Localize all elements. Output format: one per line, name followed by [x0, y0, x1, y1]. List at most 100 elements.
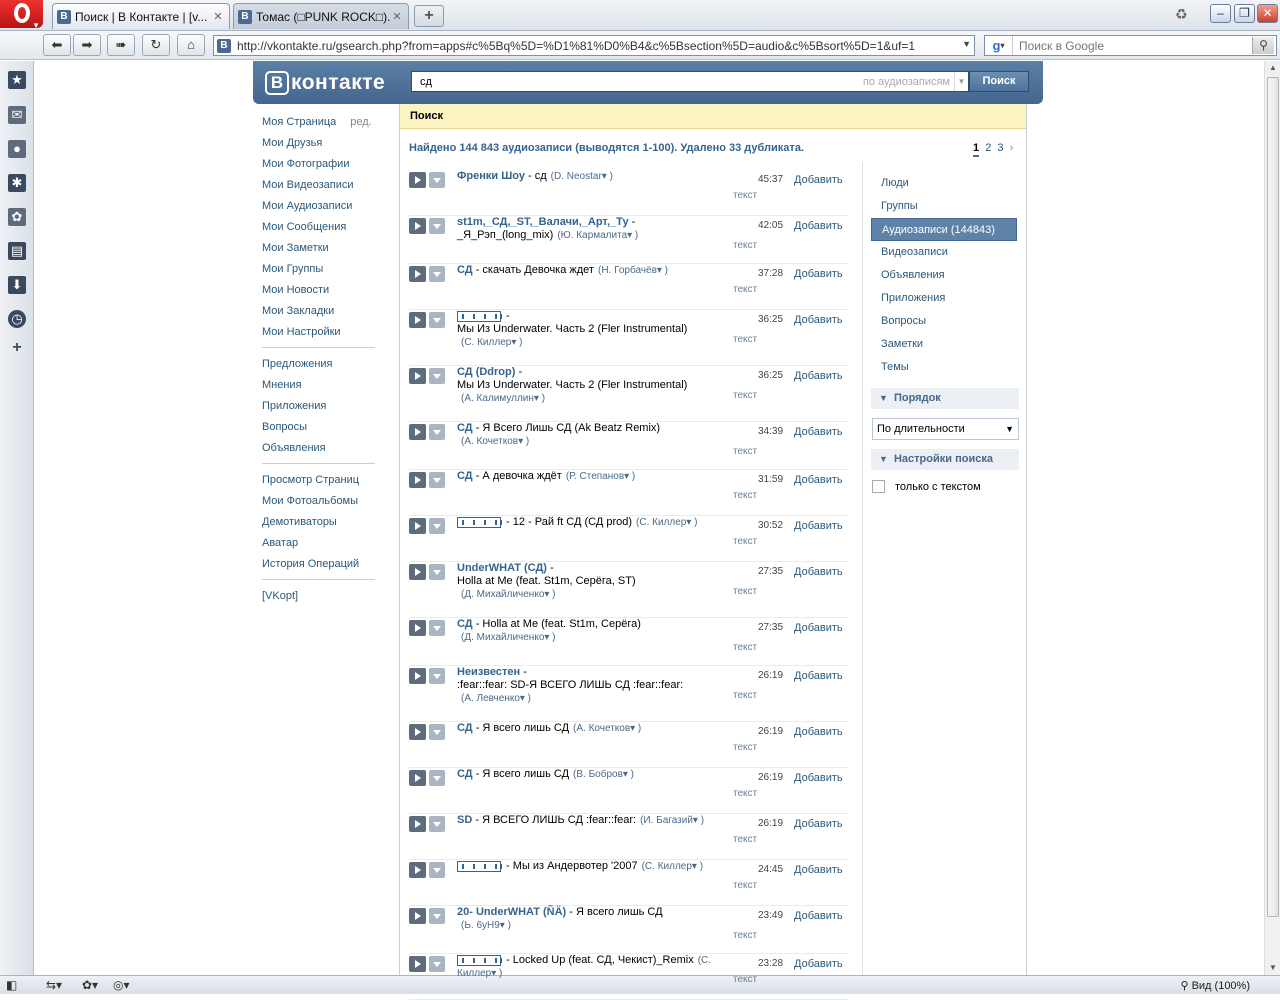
audio-artist[interactable]: SD [457, 814, 472, 826]
play-icon[interactable] [409, 770, 426, 786]
audio-uploader-link[interactable]: (Ь. 6уН9▾ ) [461, 920, 511, 931]
audio-artist[interactable]: 20- UnderWHAT (ÑÄ) [457, 906, 566, 918]
lyrics-link[interactable]: текст [733, 930, 757, 941]
unknown-glyph-icon[interactable] [457, 860, 502, 872]
add-audio-link[interactable]: Добавить [794, 268, 843, 280]
add-audio-link[interactable]: Добавить [794, 220, 843, 232]
chevron-down-icon[interactable]: ▼ [962, 39, 971, 49]
add-audio-link[interactable]: Добавить [794, 474, 843, 486]
play-icon[interactable] [409, 472, 426, 488]
dropdown-icon[interactable] [429, 172, 445, 188]
menu-item[interactable]: История Операций [262, 556, 375, 577]
dropdown-icon[interactable] [429, 620, 445, 636]
menu-item[interactable]: Аватар [262, 535, 375, 556]
zoom-control[interactable]: ⚲ Вид (100%) [1180, 979, 1250, 992]
opera-menu-button[interactable]: ▼ [0, 0, 43, 30]
history-icon[interactable]: ◷ [8, 310, 26, 328]
menu-item[interactable]: Мнения [262, 377, 375, 398]
lyrics-link[interactable]: текст [733, 190, 757, 201]
home-button[interactable]: ⌂ [177, 34, 205, 56]
dropdown-icon[interactable] [429, 862, 445, 878]
add-audio-link[interactable]: Добавить [794, 426, 843, 438]
lyrics-link[interactable]: текст [733, 586, 757, 597]
lyrics-link[interactable]: текст [733, 536, 757, 547]
play-icon[interactable] [409, 218, 426, 234]
audio-uploader-link[interactable]: (С. Киллер▾ ) [636, 517, 697, 528]
sort-select[interactable]: По длительности ▼ [872, 418, 1019, 440]
audio-artist[interactable]: СД [457, 422, 473, 434]
menu-item[interactable]: Объявления [262, 440, 375, 461]
audio-uploader-link[interactable]: (Р. Степанов▾ ) [566, 471, 635, 482]
lyrics-link[interactable]: текст [733, 240, 757, 251]
audio-uploader-link[interactable]: (С. Киллер▾ ) [461, 337, 522, 348]
menu-item[interactable]: [VKopt] [262, 588, 375, 609]
sync-icon[interactable]: ⇆▾ [46, 978, 62, 992]
dropdown-icon[interactable] [429, 368, 445, 384]
section-link[interactable]: Вопросы [863, 310, 1026, 333]
add-audio-link[interactable]: Добавить [794, 772, 843, 784]
unknown-glyph-icon[interactable] [457, 310, 502, 322]
audio-artist[interactable]: СД [457, 470, 473, 482]
section-link[interactable]: Группы [863, 195, 1026, 218]
add-audio-link[interactable]: Добавить [794, 670, 843, 682]
menu-item[interactable]: Мои Видеозаписи [262, 177, 375, 198]
unknown-glyph-icon[interactable] [457, 954, 502, 966]
add-audio-link[interactable]: Добавить [794, 370, 843, 382]
audio-uploader-link[interactable]: (А. Калимуллин▾ ) [461, 393, 545, 404]
close-window-button[interactable]: ✕ [1257, 4, 1278, 23]
vk-search-button[interactable]: Поиск [969, 71, 1029, 92]
audio-artist[interactable]: Френки Шоу [457, 170, 525, 182]
dropdown-icon[interactable] [429, 518, 445, 534]
web-search-input[interactable] [1013, 37, 1243, 54]
audio-artist[interactable]: СД [457, 768, 473, 780]
menu-item[interactable]: Мои Новости [262, 282, 375, 303]
lyrics-link[interactable]: текст [733, 880, 757, 891]
chevron-down-icon[interactable]: ▼ [954, 72, 968, 91]
add-audio-link[interactable]: Добавить [794, 520, 843, 532]
lyrics-link[interactable]: текст [733, 690, 757, 701]
vk-search-input[interactable] [412, 74, 863, 89]
notes-icon[interactable]: ▤ [8, 242, 26, 260]
add-panel-icon[interactable]: + [8, 339, 26, 357]
menu-item[interactable]: Мои Сообщения [262, 219, 375, 240]
menu-item[interactable]: Мои Закладки [262, 303, 375, 324]
dropdown-icon[interactable] [429, 266, 445, 282]
lyrics-link[interactable]: текст [733, 490, 757, 501]
back-button[interactable]: ⬅ [43, 34, 71, 56]
play-icon[interactable] [409, 862, 426, 878]
add-audio-link[interactable]: Добавить [794, 566, 843, 578]
mail-icon[interactable]: ✉ [8, 106, 26, 124]
play-icon[interactable] [409, 956, 426, 972]
play-icon[interactable] [409, 312, 426, 328]
audio-artist[interactable]: UnderWHAT (СД) [457, 562, 547, 574]
play-icon[interactable] [409, 266, 426, 282]
page-scrollbar[interactable]: ▲ ▼ [1264, 61, 1280, 975]
restore-button[interactable]: ❐ [1234, 4, 1255, 23]
audio-uploader-link[interactable]: (А. Левченко▾ ) [461, 693, 531, 704]
section-link[interactable]: Аудиозаписи (144843) [871, 218, 1017, 241]
settings-section-header[interactable]: ▼ Настройки поиска [871, 449, 1019, 470]
turbo-icon[interactable]: ◎▾ [113, 978, 130, 992]
add-audio-link[interactable]: Добавить [794, 958, 843, 970]
section-link[interactable]: Приложения [863, 287, 1026, 310]
section-link[interactable]: Объявления [863, 264, 1026, 287]
play-icon[interactable] [409, 724, 426, 740]
menu-item[interactable]: Приложения [262, 398, 375, 419]
menu-item[interactable]: Предложения [262, 356, 375, 377]
audio-uploader-link[interactable]: (А. Кочетков▾ ) [461, 436, 529, 447]
widgets-icon[interactable]: ✱ [8, 174, 26, 192]
web-search-box[interactable]: g▾ ⚲ [984, 35, 1277, 56]
menu-item[interactable]: Мои Настройки [262, 324, 375, 345]
unite-status-icon[interactable]: ✿▾ [82, 978, 98, 992]
audio-uploader-link[interactable]: (Ю. Кармалита▾ ) [557, 230, 638, 241]
new-tab-button[interactable]: + [414, 5, 444, 27]
section-link[interactable]: Люди [863, 172, 1026, 195]
forward-button[interactable]: ➡ [73, 34, 101, 56]
section-link[interactable]: Видеозаписи [863, 241, 1026, 264]
minimize-button[interactable]: ‒ [1210, 4, 1231, 23]
dropdown-icon[interactable] [429, 312, 445, 328]
section-link[interactable]: Заметки [863, 333, 1026, 356]
dropdown-icon[interactable] [429, 424, 445, 440]
lyrics-link[interactable]: текст [733, 284, 757, 295]
address-bar[interactable]: B http://vkontakte.ru/gsearch.php?from=a… [213, 35, 975, 56]
